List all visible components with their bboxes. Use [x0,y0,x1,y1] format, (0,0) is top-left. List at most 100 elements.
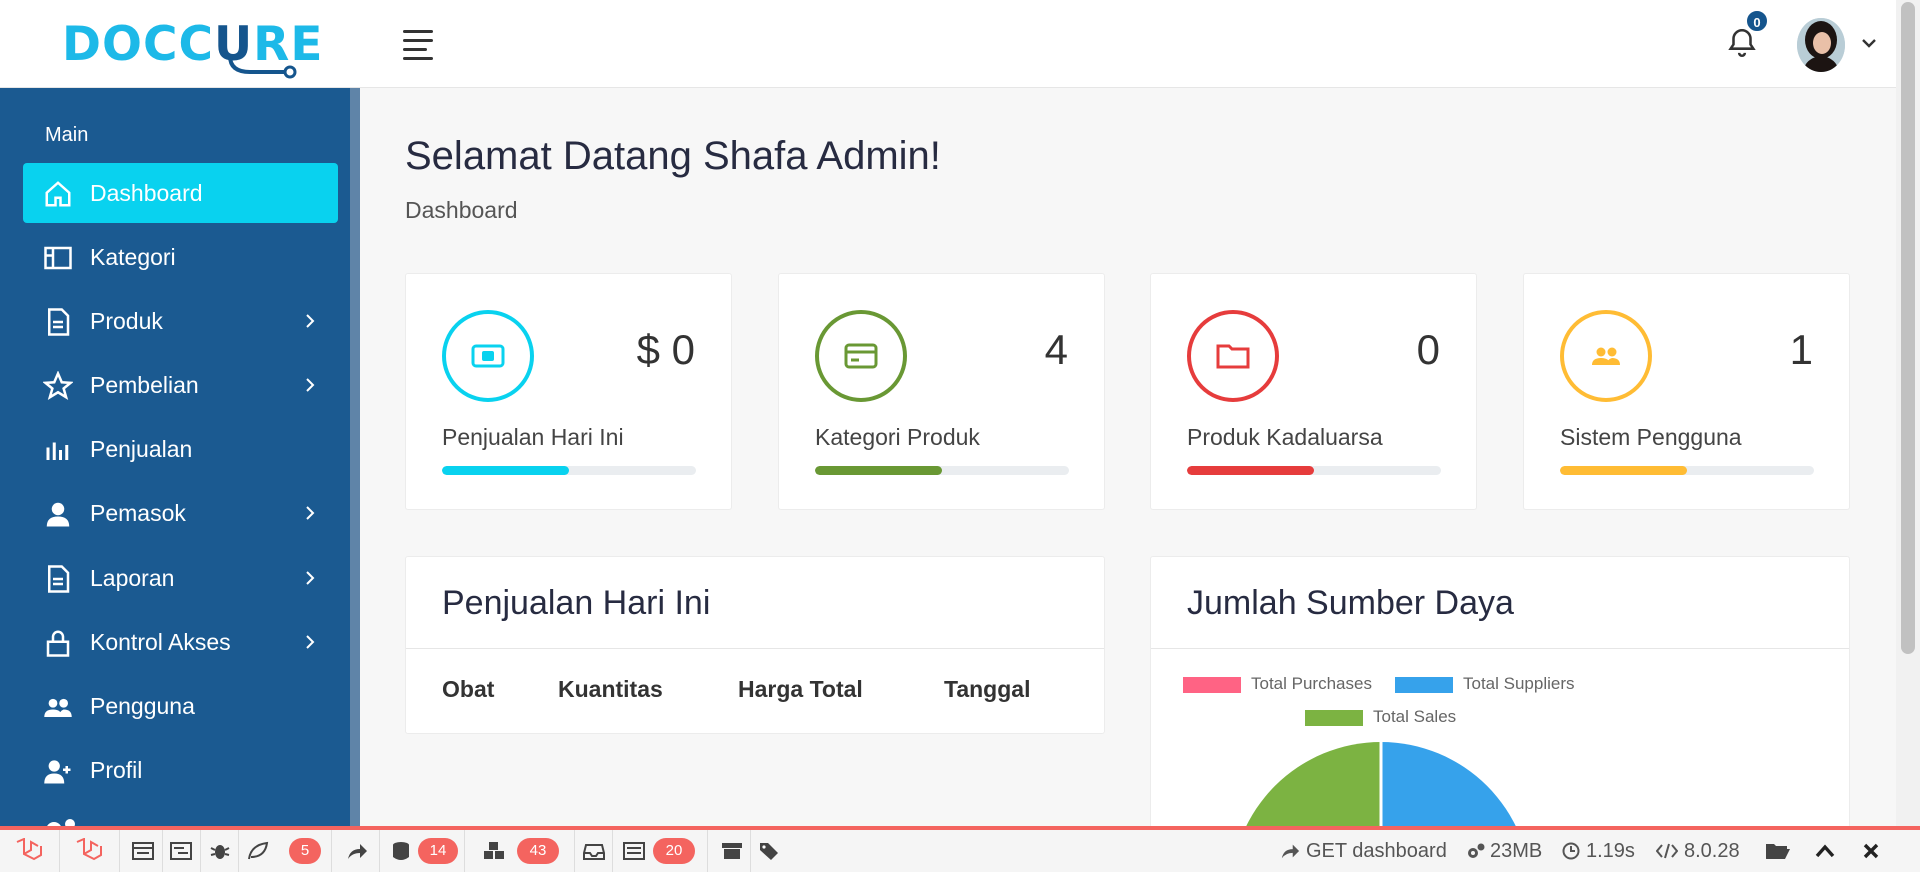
sidebar-item-label: Kontrol Akses [90,629,231,655]
request-tab[interactable] [751,830,791,872]
debugbar-time[interactable]: 1.19s [1562,830,1635,872]
panel-title: Penjualan Hari Ini [442,584,711,622]
models-tab[interactable]: 43 [475,830,575,872]
table-header-tanggal[interactable]: Tanggal [944,676,1030,703]
sidebar-section-title: Main [45,124,89,146]
logo[interactable]: DOCCURE [62,14,322,79]
chevron-right-icon [306,378,315,392]
breadcrumb: Dashboard [405,197,518,223]
avatar[interactable] [1797,18,1845,72]
progress-fill [442,466,569,475]
legend-swatch [1395,676,1453,693]
gate-count-badge: 20 [653,838,695,864]
debugbar-route-label: GET dashboard [1306,840,1447,862]
database-icon [393,842,409,860]
debugbar-php-version[interactable]: 8.0.28 [1656,830,1740,872]
home-icon [45,181,71,207]
table-header-obat[interactable]: Obat [442,676,494,703]
queries-tab[interactable]: 14 [380,830,465,872]
sidebar-item-penjualan[interactable]: Penjualan [23,419,338,479]
timeline-tab[interactable] [163,830,201,872]
legend-swatch [1305,709,1363,726]
route-tab[interactable] [332,830,380,872]
panel-title: Jumlah Sumber Daya [1187,584,1514,622]
chevron-right-icon [306,314,315,328]
views-tab[interactable]: 5 [239,830,332,872]
stat-icon-circle [815,310,907,402]
sidebar-item-kategori[interactable]: Kategori [23,227,338,287]
notification-badge: 0 [1745,9,1769,33]
session-tab[interactable] [713,830,751,872]
stat-card-sales-today: $ 0 Penjualan Hari Ini [405,273,732,510]
document-icon [48,308,70,336]
sales-today-panel: Penjualan Hari Ini [405,556,1105,734]
pie-slice-total-suppliers[interactable] [1381,742,1531,828]
progress-bar [815,466,1069,475]
share-icon [1281,844,1300,859]
sidebar-item-label: Penjualan [90,436,193,462]
laravel-icon-button[interactable] [60,830,120,872]
legend-item[interactable]: Total Purchases [1183,674,1372,694]
debugbar-memory[interactable]: 23MB [1466,830,1542,872]
document-icon [48,565,70,593]
chevron-up-icon[interactable] [1815,842,1835,860]
queries-count-badge: 14 [418,838,458,864]
share-icon [348,844,367,859]
clock-icon [1562,842,1580,860]
sidebar-item-laporan[interactable]: Laporan [23,548,338,608]
sidebar-scrollbar[interactable] [350,88,360,828]
debugbar-route[interactable]: GET dashboard [1280,830,1447,872]
avatar-image [1797,18,1845,72]
folder-icon [1216,344,1250,369]
progress-fill [1187,466,1314,475]
table-header-kuantitas[interactable]: Kuantitas [558,676,663,703]
sidebar-item-pemasok[interactable]: Pemasok [23,483,338,543]
archive-icon [722,843,742,859]
messages-tab[interactable] [125,830,163,872]
sidebar-item-label: Laporan [90,565,175,591]
sidebar-toggle-button[interactable] [403,30,437,60]
legend-swatch [1183,676,1241,693]
chevron-right-icon [306,635,315,649]
chevron-right-icon [306,571,315,585]
folder-open-icon[interactable] [1765,841,1791,861]
laravel-icon [16,838,42,861]
stat-icon-circle [1560,310,1652,402]
sidebar-item-pengguna[interactable]: Pengguna [23,676,338,736]
pie-slice-total-sales[interactable] [1231,742,1381,828]
legend-label: Total Suppliers [1463,674,1575,693]
debugbar-php-version-label: 8.0.28 [1684,840,1740,862]
top-header: DOCCURE 0 [0,0,1896,88]
page-scrollbar-thumb[interactable] [1901,2,1915,654]
credit-card-icon [844,343,878,369]
sidebar-item-produk[interactable]: Produk [23,291,338,351]
code-icon [1656,843,1678,859]
resources-pie-chart [1231,742,1531,828]
sidebar-item-dashboard[interactable]: Dashboard [23,163,338,223]
sidebar-item-kontrol-akses[interactable]: Kontrol Akses [23,612,338,672]
star-icon [43,371,73,401]
models-count-badge: 43 [517,838,559,864]
stat-label: Kategori Produk [815,424,980,450]
legend-label: Total Sales [1373,707,1457,726]
debug-bar: 5 14 43 20 GET dashboard 23MB 1.19s 8.0.… [0,826,1920,872]
gate-tab[interactable]: 20 [613,830,708,872]
chevron-down-icon[interactable] [1860,34,1878,52]
table-header-harga-total[interactable]: Harga Total [738,676,863,703]
stat-card-expired-products: 0 Produk Kadaluarsa [1150,273,1477,510]
legend-item[interactable]: Total Sales [1305,707,1456,727]
legend-item[interactable]: Total Suppliers [1395,674,1575,694]
stat-value: $ 0 [636,326,695,373]
exceptions-tab[interactable] [201,830,239,872]
panel-header: Jumlah Sumber Daya [1151,557,1849,649]
sidebar-item-label: Produk [90,308,163,334]
sidebar-item-profil[interactable]: Profil [23,740,338,800]
page-scrollbar[interactable] [1896,0,1920,826]
sidebar-item-pembelian[interactable]: Pembelian [23,355,338,415]
sidebar-item-label: Pengguna [90,693,195,719]
close-icon[interactable] [1863,843,1879,859]
laravel-logo-button[interactable] [0,830,60,872]
mails-tab[interactable] [575,830,613,872]
stat-icon-circle [442,310,534,402]
page-title: Selamat Datang Shafa Admin! [405,134,941,178]
